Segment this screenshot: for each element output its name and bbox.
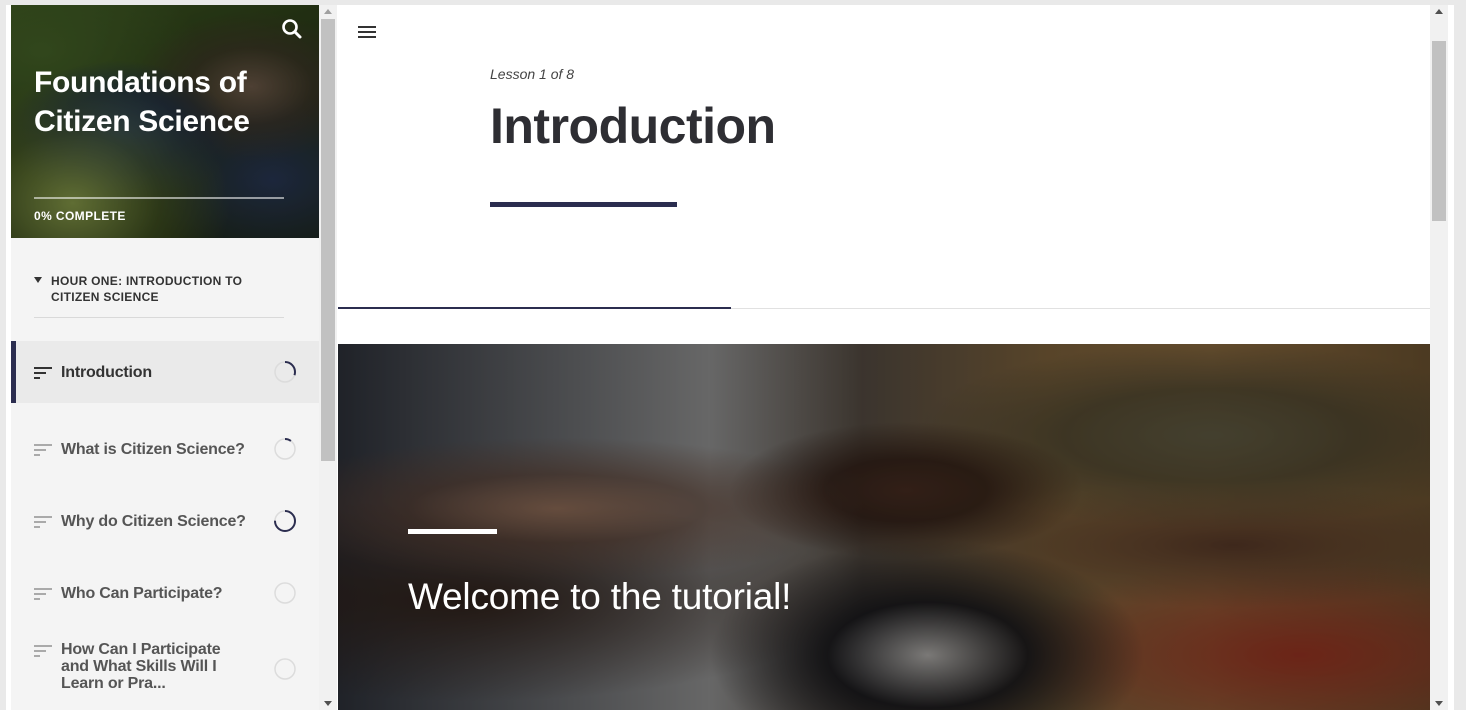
title-underline: [490, 202, 677, 207]
main-scrollbar[interactable]: [1430, 5, 1448, 710]
lesson-item-why-do-citizen-science[interactable]: Why do Citizen Science?: [11, 485, 319, 557]
course-cover: Foundations of Citizen Science 0% COMPLE…: [11, 5, 319, 238]
lesson-item-what-is-citizen-science[interactable]: What is Citizen Science?: [11, 413, 319, 485]
course-progress-label: 0% COMPLETE: [34, 209, 126, 223]
lesson-counter: Lesson 1 of 8: [490, 66, 575, 82]
caret-down-icon: [34, 277, 42, 283]
lesson-label: Introduction: [61, 363, 152, 381]
sidebar-scrollbar[interactable]: [319, 5, 337, 710]
progress-ring-icon: [274, 438, 296, 460]
text-lines-icon: [34, 444, 52, 456]
lesson-item-who-can-participate[interactable]: Who Can Participate?: [11, 557, 319, 629]
course-sidebar: Foundations of Citizen Science 0% COMPLE…: [11, 5, 319, 710]
section-divider: [34, 317, 284, 318]
search-button[interactable]: [279, 16, 305, 42]
progress-ring-icon: [274, 510, 296, 532]
hamburger-menu-icon: [358, 26, 376, 38]
lesson-content: Lesson 1 of 8 Introduction Welcome to th…: [338, 5, 1430, 710]
scroll-down-arrow-icon[interactable]: [324, 701, 332, 706]
lesson-list: Introduction What is Citizen Science? Wh…: [11, 341, 319, 710]
lesson-label: Who Can Participate?: [61, 584, 223, 602]
hero-accent-bar: [408, 529, 497, 534]
lesson-item-introduction[interactable]: Introduction: [11, 341, 319, 403]
section-toggle[interactable]: HOUR ONE: INTRODUCTION TO CITIZEN SCIENC…: [11, 238, 319, 341]
course-progress-bar: [34, 197, 284, 199]
text-lines-icon: [34, 516, 52, 528]
text-lines-icon: [34, 645, 52, 657]
lesson-label: How Can I Participate and What Skills Wi…: [61, 641, 221, 692]
scroll-up-arrow-icon[interactable]: [324, 9, 332, 14]
progress-ring-icon: [274, 582, 296, 604]
hero-heading: Welcome to the tutorial!: [408, 576, 792, 617]
lesson-label: Why do Citizen Science?: [61, 512, 246, 530]
lesson-progress-fill: [338, 307, 732, 309]
progress-ring-icon: [274, 658, 296, 680]
app-frame: Foundations of Citizen Science 0% COMPLE…: [6, 5, 1454, 710]
hero-banner: Welcome to the tutorial!: [338, 344, 1430, 710]
lesson-title: Introduction: [490, 98, 776, 154]
lesson-item-how-can-i-participate[interactable]: How Can I Participate and What Skills Wi…: [11, 629, 319, 710]
scroll-up-arrow-icon[interactable]: [1435, 9, 1443, 14]
course-title: Foundations of Citizen Science: [34, 66, 250, 138]
lesson-label: What is Citizen Science?: [61, 440, 245, 458]
main-scrollbar-thumb[interactable]: [1432, 41, 1446, 221]
text-lines-icon: [34, 588, 52, 600]
progress-ring-icon: [274, 361, 296, 383]
section-title: HOUR ONE: INTRODUCTION TO CITIZEN SCIENC…: [51, 274, 243, 304]
search-icon: [282, 19, 302, 39]
text-lines-icon: [34, 367, 52, 379]
sidebar-scrollbar-thumb[interactable]: [321, 19, 335, 461]
menu-button[interactable]: [358, 25, 376, 39]
scroll-down-arrow-icon[interactable]: [1435, 701, 1443, 706]
